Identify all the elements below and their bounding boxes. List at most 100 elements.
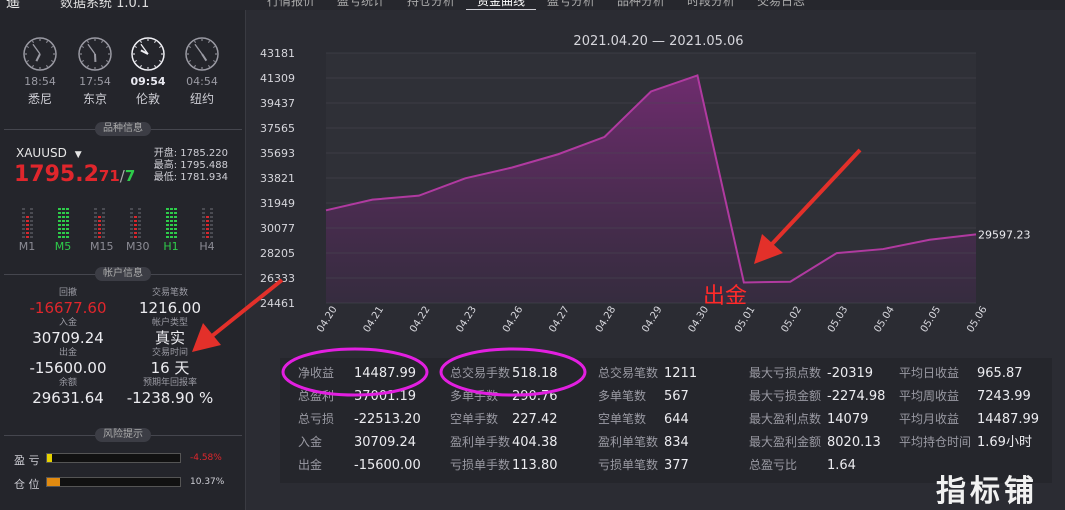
strength-bars bbox=[198, 198, 216, 238]
trade-time-value: 16 天 bbox=[150, 359, 190, 377]
risk-pnl-label: 盈 亏 bbox=[14, 454, 40, 467]
stat-row: 总盈利 37001.19 bbox=[298, 385, 421, 408]
clock-icon bbox=[78, 37, 112, 71]
stat-value: 644 bbox=[664, 412, 689, 427]
timeframe-h1[interactable]: H1 bbox=[162, 198, 180, 253]
stat-label: 净收益 bbox=[298, 366, 335, 380]
ohl-box: 开盘: 1785.220 最高: 1795.488 最低: 1781.934 bbox=[148, 148, 228, 184]
x-tick-label: 05.02 bbox=[780, 304, 805, 334]
stat-value: 404.38 bbox=[512, 435, 558, 450]
last-value-label: 29597.23 bbox=[978, 228, 1031, 241]
symbol-name: XAUUSD bbox=[16, 146, 67, 160]
stat-row: 平均周收益 7243.99 bbox=[899, 385, 1039, 408]
tab-0[interactable]: 行情报价 bbox=[256, 0, 326, 10]
stat-row: 盈利单手数 404.38 bbox=[450, 431, 558, 454]
clock-0[interactable]: 18:54 悉尼 bbox=[20, 36, 60, 107]
section-title: 风险提示 bbox=[95, 428, 151, 442]
price-main: 1795.2 bbox=[14, 162, 99, 187]
clock-city: 伦敦 bbox=[135, 92, 160, 106]
stat-row: 净收益 14487.99 bbox=[298, 362, 421, 385]
stat-row: 入金 30709.24 bbox=[298, 431, 421, 454]
stat-label: 最大盈利金额 bbox=[749, 435, 822, 449]
stat-label: 总交易笔数 bbox=[598, 366, 659, 380]
y-tick-label: 30077 bbox=[260, 222, 295, 235]
timeframe-label: M30 bbox=[126, 240, 150, 253]
stat-label: 盈利单笔数 bbox=[598, 435, 659, 449]
tab-5[interactable]: 品种分析 bbox=[606, 0, 676, 10]
symbol-selector[interactable]: XAUUSD ▼ bbox=[16, 146, 82, 160]
timeframe-m30[interactable]: M30 bbox=[126, 198, 150, 253]
chevron-down-icon: ▼ bbox=[74, 150, 82, 160]
clock-1[interactable]: 17:54 东京 bbox=[75, 36, 115, 107]
timeframe-m15[interactable]: M15 bbox=[90, 198, 114, 253]
stat-value: 1.64 bbox=[827, 458, 856, 473]
clock-time: 17:54 bbox=[79, 75, 111, 88]
stat-row: 最大盈利点数 14079 bbox=[749, 408, 885, 431]
risk-pnl-bar bbox=[46, 453, 181, 463]
symbol-section-header: 品种信息 bbox=[4, 122, 242, 136]
y-tick-label: 28205 bbox=[260, 247, 295, 260]
chart-title: 2021.04.20 — 2021.05.06 bbox=[573, 34, 744, 49]
clock-city: 悉尼 bbox=[27, 92, 52, 106]
stat-value: -22513.20 bbox=[354, 412, 421, 427]
strength-bars bbox=[126, 198, 144, 238]
stats-column-1: 总交易手数 518.18 多单手数 290.76 空单手数 227.42 盈利单手数 404.… bbox=[450, 362, 558, 477]
stat-label: 平均日收益 bbox=[899, 366, 960, 380]
stat-value: 30709.24 bbox=[354, 435, 417, 450]
stat-row: 总交易手数 518.18 bbox=[450, 362, 558, 385]
stat-value: 7243.99 bbox=[977, 389, 1031, 404]
tab-6[interactable]: 时段分析 bbox=[676, 0, 746, 10]
stat-value: -20319 bbox=[827, 366, 874, 381]
trade-time-label: 交易时间 bbox=[151, 348, 188, 358]
clock-2[interactable]: 09:54 伦敦 bbox=[128, 36, 168, 107]
stat-value: 567 bbox=[664, 389, 689, 404]
stat-value: 1.69小时 bbox=[977, 435, 1032, 450]
stat-value: 1211 bbox=[664, 366, 698, 381]
tab-1[interactable]: 盈亏统计 bbox=[326, 0, 396, 10]
stat-label: 盈利单手数 bbox=[450, 435, 511, 449]
stat-label: 总盈亏比 bbox=[749, 458, 798, 472]
stat-value: 834 bbox=[664, 435, 689, 450]
stat-row: 总交易笔数 1211 bbox=[598, 362, 697, 385]
tab-4[interactable]: 盈亏分析 bbox=[536, 0, 606, 10]
stat-value: 965.87 bbox=[977, 366, 1023, 381]
clock-3[interactable]: 04:54 纽约 bbox=[182, 36, 222, 107]
account-type-value: 真实 bbox=[154, 329, 185, 347]
drawdown-label: 回撤 bbox=[58, 288, 77, 298]
timeframe-m5[interactable]: M5 bbox=[54, 198, 72, 253]
timeframe-m1[interactable]: M1 bbox=[18, 198, 36, 253]
stats-column-4: 平均日收益 965.87 平均周收益 7243.99 平均月收益 14487.99 平均持仓… bbox=[899, 362, 1039, 454]
section-title: 帐户信息 bbox=[95, 267, 151, 281]
strength-bars bbox=[162, 198, 180, 238]
stat-row: 空单手数 227.42 bbox=[450, 408, 558, 431]
deposit-value: 30709.24 bbox=[32, 329, 104, 347]
high-price: 最高: 1795.488 bbox=[153, 160, 228, 171]
tab-7[interactable]: 交易日志 bbox=[746, 0, 816, 10]
clock-time: 04:54 bbox=[186, 75, 218, 88]
stat-row: 最大亏损点数 -20319 bbox=[749, 362, 885, 385]
withdraw-value: -15600.00 bbox=[29, 359, 107, 377]
stats-table: 净收益 14487.99 总盈利 37001.19 总亏损 -22513.20 入金 3070… bbox=[280, 358, 1052, 483]
stat-row: 多单手数 290.76 bbox=[450, 385, 558, 408]
left-panel: 18:54 悉尼 17:54 东京 09:54 伦敦 04:54 纽约 品种信息 XAUUSD… bbox=[0, 10, 246, 510]
stat-row: 平均月收益 14487.99 bbox=[899, 408, 1039, 431]
account-type-label: 帐户类型 bbox=[151, 318, 188, 328]
y-tick-label: 24461 bbox=[260, 297, 295, 310]
stats-column-2: 总交易笔数 1211 多单笔数 567 空单笔数 644 盈利单笔数 834 亏损单笔数 377 bbox=[598, 362, 697, 477]
stat-value: 113.80 bbox=[512, 458, 558, 473]
stat-label: 总交易手数 bbox=[450, 366, 511, 380]
price-digits: 71 bbox=[98, 167, 120, 185]
stat-value: 518.18 bbox=[512, 366, 558, 381]
stat-row: 空单笔数 644 bbox=[598, 408, 697, 431]
tab-3[interactable]: 资金曲线 bbox=[466, 0, 536, 10]
drawdown-value: -16677.60 bbox=[29, 299, 107, 317]
stat-row: 平均持仓时间 1.69小时 bbox=[899, 431, 1039, 454]
stat-value: 37001.19 bbox=[354, 389, 417, 404]
stat-label: 入金 bbox=[298, 435, 323, 449]
stat-value: 377 bbox=[664, 458, 689, 473]
stat-label: 平均月收益 bbox=[899, 412, 960, 426]
stat-label: 亏损单笔数 bbox=[598, 458, 659, 472]
timeframe-h4[interactable]: H4 bbox=[198, 198, 216, 253]
tab-2[interactable]: 持仓分析 bbox=[396, 0, 466, 10]
clock-time: 09:54 bbox=[130, 75, 166, 88]
